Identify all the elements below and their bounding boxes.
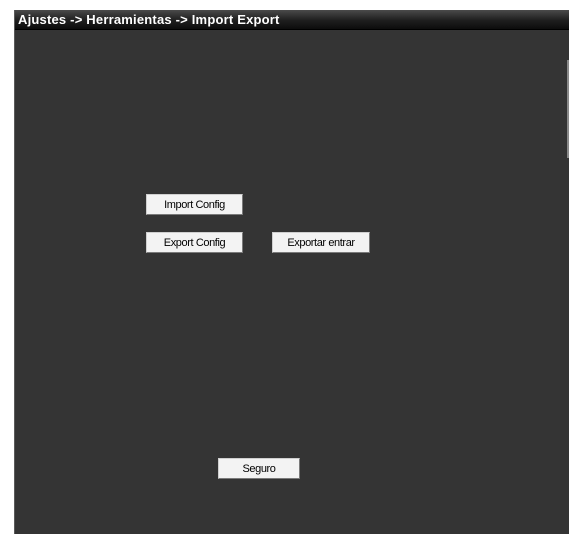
app-window: Ajustes -> Herramientas -> Import Export… <box>0 0 569 534</box>
import-config-button[interactable]: Import Config <box>146 194 243 215</box>
exportar-entrar-button[interactable]: Exportar entrar <box>272 232 370 253</box>
breadcrumb: Ajustes -> Herramientas -> Import Export <box>18 12 280 27</box>
seguro-button[interactable]: Seguro <box>218 458 300 479</box>
title-bar: Ajustes -> Herramientas -> Import Export <box>15 10 569 30</box>
import-export-panel: Ajustes -> Herramientas -> Import Export… <box>14 10 569 534</box>
export-config-button[interactable]: Export Config <box>146 232 243 253</box>
